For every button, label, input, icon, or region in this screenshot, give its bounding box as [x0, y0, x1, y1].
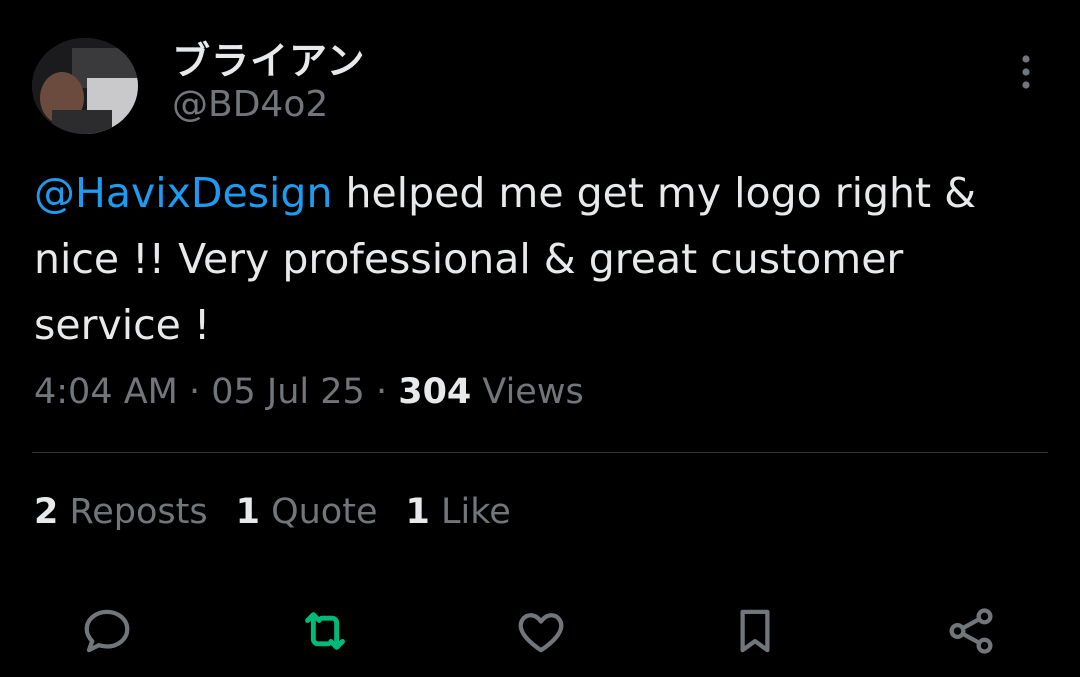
meta-separator: ·	[364, 372, 399, 412]
tweet-date[interactable]: 05 Jul 25	[211, 372, 365, 412]
tweet-time[interactable]: 4:04 AM	[34, 372, 178, 412]
reply-button[interactable]	[78, 602, 136, 660]
tweet-text: @HavixDesign helped me get my logo right…	[34, 160, 1044, 358]
reply-icon	[84, 609, 130, 653]
reposts-count: 2	[34, 492, 59, 532]
reposts-label: Reposts	[58, 492, 208, 532]
quotes-count: 1	[235, 492, 260, 532]
bookmark-icon	[740, 609, 770, 653]
engagement-stats: 2 Reposts 1 Quote 1 Like	[34, 492, 539, 532]
avatar[interactable]	[32, 38, 138, 134]
mention-link[interactable]: @HavixDesign	[34, 169, 332, 217]
share-button[interactable]	[942, 602, 1000, 660]
reposts-stat[interactable]: 2 Reposts	[34, 492, 208, 532]
like-button[interactable]	[512, 602, 570, 660]
quotes-label: Quote	[259, 492, 378, 532]
more-options-icon[interactable]	[1008, 52, 1044, 92]
share-icon	[949, 608, 993, 654]
views-count: 304	[398, 372, 472, 412]
meta-separator: ·	[177, 372, 212, 412]
display-name[interactable]: ブライアン	[172, 30, 365, 85]
quotes-stat[interactable]: 1 Quote	[236, 492, 378, 532]
user-handle[interactable]: @BD4o2	[172, 84, 328, 125]
likes-stat[interactable]: 1 Like	[405, 492, 510, 532]
repost-icon	[305, 612, 345, 650]
like-icon	[518, 613, 564, 653]
bookmark-button[interactable]	[726, 602, 784, 660]
repost-button[interactable]	[296, 602, 354, 660]
likes-count: 1	[405, 492, 430, 532]
likes-label: Like	[429, 492, 511, 532]
views-label: Views	[471, 372, 584, 412]
tweet-meta: 4:04 AM · 05 Jul 25 · 304 Views	[34, 372, 584, 412]
divider	[32, 452, 1048, 453]
